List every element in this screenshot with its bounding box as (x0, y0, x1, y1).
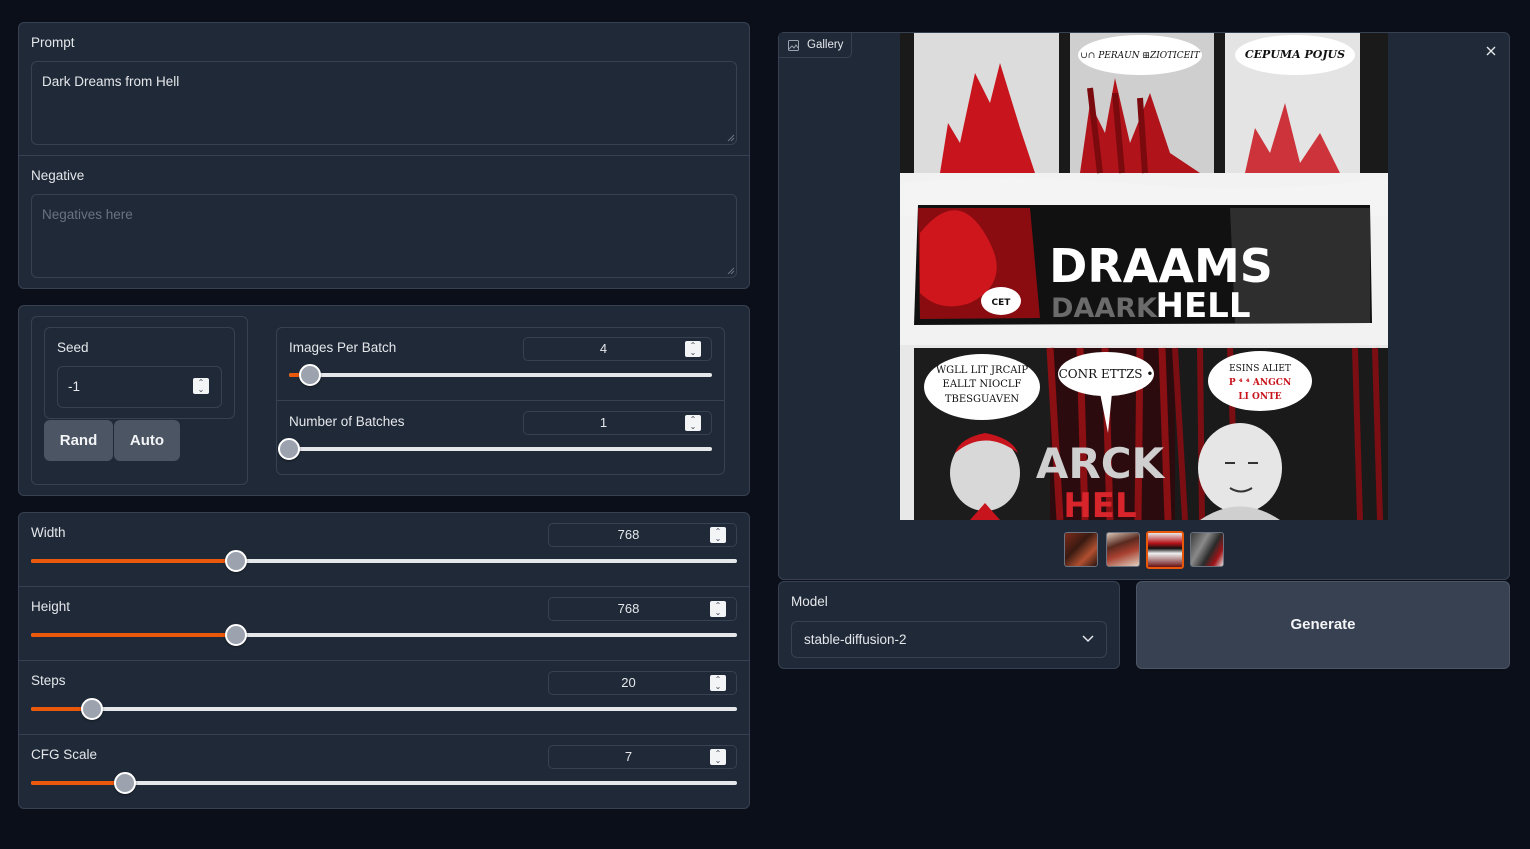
comic-text: CET (992, 298, 1012, 308)
spinner-icon[interactable]: ⌃ ⌄ (710, 527, 726, 543)
spinner-icon[interactable]: ⌃ ⌄ (685, 341, 701, 357)
divider (19, 586, 749, 587)
images-per-batch-value: 4 (599, 341, 608, 356)
images-per-batch-slider[interactable] (289, 364, 712, 386)
comic-text: P ⁴ ⁴ ANGCN (1229, 378, 1291, 388)
model-value: stable-diffusion-2 (804, 632, 907, 647)
width-label: Width (31, 525, 66, 540)
comic-text: HELL (1155, 286, 1250, 326)
divider (19, 734, 749, 735)
slider-fill (31, 633, 236, 637)
slider-thumb[interactable] (113, 772, 136, 794)
divider (277, 400, 724, 401)
cfg-scale-label: CFG Scale (31, 747, 98, 762)
comic-text: LI ONTE (1238, 392, 1281, 402)
width-value: 768 (617, 527, 640, 542)
gallery-thumbnail[interactable] (1146, 531, 1184, 569)
gallery-label: Gallery (807, 39, 844, 51)
gallery-thumbnail[interactable] (1106, 532, 1140, 567)
slider-thumb[interactable] (299, 364, 322, 386)
spinner-icon[interactable]: ⌃ ⌄ (710, 749, 726, 765)
cfg-scale-value: 7 (624, 749, 633, 764)
comic-text: WGLL LIT JRCAIP (936, 365, 1029, 376)
comic-text: TBESGUAVEN (945, 394, 1020, 405)
negative-textarea[interactable]: Negatives here (31, 194, 737, 278)
gallery-main-image[interactable]: ∪∩ PERAUN ⊞ZIOTICEIT CEPUMA POJUS CET DR… (900, 33, 1388, 520)
images-per-batch-input[interactable]: 4 ⌃ ⌄ (523, 337, 712, 361)
image-icon (788, 40, 799, 51)
resize-handle-icon[interactable] (727, 267, 735, 275)
cfg-scale-slider[interactable] (31, 772, 737, 794)
auto-button[interactable]: Auto (114, 420, 180, 461)
close-icon[interactable] (1485, 45, 1497, 57)
comic-text: CONR ETTZS • (1059, 367, 1154, 381)
steps-value: 20 (621, 675, 636, 690)
slider-fill (31, 559, 236, 563)
slider-thumb[interactable] (278, 438, 300, 460)
height-input[interactable]: 768 ⌃ ⌄ (548, 597, 737, 621)
seed-value: -1 (68, 379, 81, 394)
model-select[interactable]: stable-diffusion-2 (791, 621, 1107, 658)
comic-text: ∪∩ PERAUN ⊞ZIOTICEIT (1080, 51, 1200, 61)
prompt-label: Prompt (31, 35, 75, 50)
height-value: 768 (617, 601, 640, 616)
chevron-down-icon (1082, 635, 1094, 643)
gallery-tag: Gallery (779, 33, 852, 58)
gallery-thumbnail[interactable] (1064, 532, 1098, 567)
spinner-icon[interactable]: ⌃ ⌄ (710, 601, 726, 617)
number-of-batches-input[interactable]: 1 ⌃ ⌄ (523, 411, 712, 435)
comic-text: EALLT NIOCLF (943, 379, 1022, 390)
height-slider[interactable] (31, 624, 737, 646)
negative-label: Negative (31, 168, 85, 183)
height-label: Height (31, 599, 71, 614)
comic-text: DAARK (1051, 293, 1158, 324)
divider (19, 660, 749, 661)
divider (19, 155, 749, 156)
comic-text: HEL (1063, 486, 1136, 520)
width-input[interactable]: 768 ⌃ ⌄ (548, 523, 737, 547)
comic-text: ARCK (1036, 439, 1166, 488)
spinner-icon[interactable]: ⌃ ⌄ (685, 415, 701, 431)
comic-title: DRAAMS (1049, 239, 1273, 293)
number-of-batches-slider[interactable] (278, 438, 712, 460)
steps-label: Steps (31, 673, 66, 688)
number-of-batches-value: 1 (599, 415, 608, 430)
resize-handle-icon[interactable] (727, 134, 735, 142)
number-of-batches-label: Number of Batches (289, 414, 405, 429)
cfg-scale-input[interactable]: 7 ⌃ ⌄ (548, 745, 737, 769)
seed-input[interactable]: -1 ⌃ ⌄ (57, 366, 222, 408)
images-per-batch-label: Images Per Batch (289, 340, 397, 355)
steps-input[interactable]: 20 ⌃ ⌄ (548, 671, 737, 695)
spinner-icon[interactable]: ⌃ ⌄ (193, 378, 209, 394)
comic-text: CEPUMA POJUS (1245, 48, 1345, 61)
prompt-textarea[interactable]: Dark Dreams from Hell (31, 61, 737, 145)
seed-label: Seed (57, 340, 89, 355)
generate-button[interactable]: Generate (1136, 581, 1510, 669)
width-slider[interactable] (31, 550, 737, 572)
model-label: Model (791, 594, 828, 609)
spinner-icon[interactable]: ⌃ ⌄ (710, 675, 726, 691)
gallery-thumbnail[interactable] (1190, 532, 1224, 567)
slider-thumb[interactable] (224, 550, 247, 572)
comic-text: ESINS ALIET (1229, 364, 1291, 374)
steps-slider[interactable] (31, 698, 737, 720)
slider-fill (31, 781, 125, 785)
rand-button[interactable]: Rand (44, 420, 113, 461)
slider-thumb[interactable] (224, 624, 247, 646)
